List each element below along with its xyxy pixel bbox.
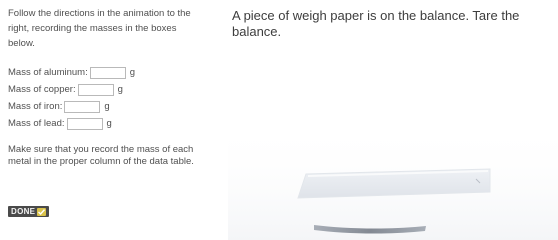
mass-row-copper: Mass of copper: g — [8, 81, 220, 98]
unit-label: g — [104, 100, 110, 112]
unit-label: g — [106, 117, 112, 129]
mass-row-aluminum: Mass of aluminum: g — [8, 64, 220, 81]
mass-input-iron[interactable] — [64, 100, 101, 113]
mass-row-iron: Mass of iron: g — [8, 98, 220, 115]
instructions-text: Follow the directions in the animation t… — [8, 8, 191, 49]
mass-row-lead: Mass of lead: g — [8, 115, 220, 132]
left-panel: Follow the directions in the animation t… — [8, 6, 220, 238]
mass-label-iron: Mass of iron: — [8, 100, 63, 112]
mass-input-copper[interactable] — [77, 83, 114, 96]
animation-panel: A piece of weigh paper is on the balance… — [228, 2, 558, 240]
mass-input-lead[interactable] — [66, 117, 103, 130]
unit-label: g — [117, 83, 123, 95]
mass-input-aluminum[interactable] — [89, 66, 126, 79]
mass-label-aluminum: Mass of aluminum: — [8, 66, 88, 78]
balance-illustration — [228, 122, 558, 240]
mass-label-copper: Mass of copper: — [8, 83, 76, 95]
done-button[interactable]: DONE — [8, 206, 50, 217]
mass-label-lead: Mass of lead: — [8, 117, 65, 129]
unit-label: g — [129, 66, 136, 78]
checkmark-icon — [37, 207, 47, 216]
record-note: Make sure that you record the mass of ea… — [8, 144, 194, 167]
done-button-label: DONE — [11, 207, 36, 216]
mass-fields: Mass of aluminum: g Mass of copper: g Ma… — [8, 64, 220, 132]
checkmark-glyph — [38, 208, 46, 215]
